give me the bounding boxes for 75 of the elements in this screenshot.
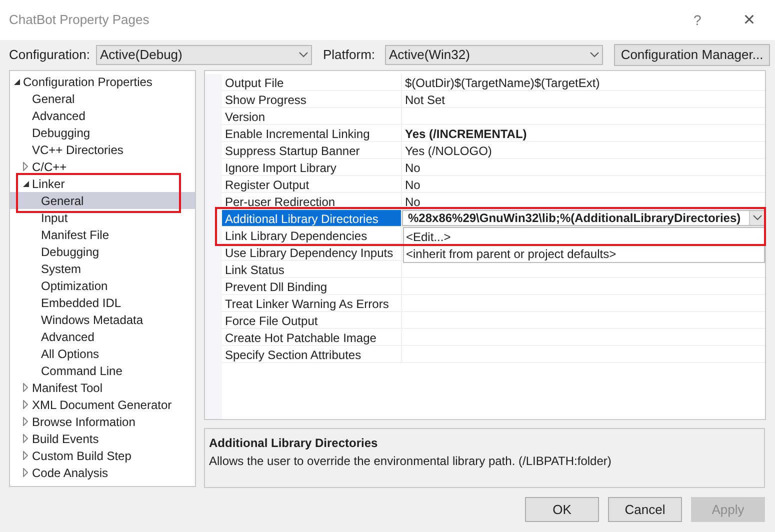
description-text: Allows the user to override the environmental library path. (/LIBPATH:folder) xyxy=(209,453,612,470)
property-name[interactable]: Link Library Dependencies xyxy=(222,227,402,243)
chevron-down-icon xyxy=(590,52,599,58)
dialog-button[interactable]: OK xyxy=(525,497,599,522)
property-name[interactable]: Use Library Dependency Inputs xyxy=(222,244,402,260)
configuration-dropdown[interactable]: Active(Debug) xyxy=(96,45,312,65)
help-button[interactable]: ? xyxy=(694,10,702,30)
close-button[interactable]: × xyxy=(743,5,755,35)
tree-item[interactable]: All Options xyxy=(10,345,195,362)
tree-item[interactable]: XML Document Generator xyxy=(10,396,195,413)
tree-item[interactable]: Command Line xyxy=(10,362,195,379)
property-value[interactable]: Yes (/INCREMENTAL) xyxy=(402,125,527,141)
dropdown-option[interactable]: <inherit from parent or project defaults> xyxy=(404,245,764,262)
property-value[interactable]: No xyxy=(402,159,420,175)
tree-item[interactable]: Custom Build Step xyxy=(10,447,195,464)
property-name[interactable]: Ignore Import Library xyxy=(222,159,402,175)
collapsed-triangle-icon[interactable] xyxy=(23,383,28,392)
tree-item[interactable]: General xyxy=(10,90,195,107)
tree-item[interactable]: Linker xyxy=(10,175,195,192)
tree-item[interactable]: Configuration Properties xyxy=(10,73,195,90)
property-name[interactable]: Register Output xyxy=(222,176,402,192)
tree-item[interactable]: System xyxy=(10,260,195,277)
tree-item[interactable]: Manifest Tool xyxy=(10,379,195,396)
property-name[interactable]: Output File xyxy=(222,74,402,90)
expanded-triangle-icon[interactable] xyxy=(23,180,29,186)
tree-item[interactable]: Debugging xyxy=(10,243,195,260)
property-value[interactable]: Yes (/NOLOGO) xyxy=(402,142,492,158)
property-name[interactable]: Force File Output xyxy=(222,312,402,328)
property-name[interactable]: Version xyxy=(222,108,402,124)
dropdown-option[interactable]: <Edit...> xyxy=(404,228,764,245)
property-value[interactable]: Not Set xyxy=(402,91,446,107)
collapsed-triangle-icon[interactable] xyxy=(23,400,28,409)
property-name[interactable]: Create Hot Patchable Image xyxy=(222,329,402,345)
configuration-manager-button[interactable]: Configuration Manager... xyxy=(614,44,770,66)
collapsed-triangle-icon[interactable] xyxy=(23,162,28,171)
property-value[interactable]: $(OutDir)$(TargetName)$(TargetExt) xyxy=(402,74,600,90)
property-name[interactable]: Specify Section Attributes xyxy=(222,346,402,362)
configuration-label: Configuration: xyxy=(9,46,91,64)
collapsed-triangle-icon[interactable] xyxy=(23,451,28,460)
property-value[interactable]: No xyxy=(402,193,420,209)
property-name[interactable]: Show Progress xyxy=(222,91,402,107)
value-combo-box[interactable]: %28x86%29\GnuWin32\lib;%(AdditionalLibraryDirectories) xyxy=(402,210,765,226)
collapsed-triangle-icon[interactable] xyxy=(23,417,28,426)
tree-item[interactable]: Embedded IDL xyxy=(10,294,195,311)
property-name[interactable]: Prevent Dll Binding xyxy=(222,278,402,294)
tree-item[interactable]: C/C++ xyxy=(10,158,195,175)
tree-item[interactable]: Manifest File xyxy=(10,226,195,243)
property-value[interactable]: No xyxy=(402,176,420,192)
expanded-triangle-icon[interactable] xyxy=(14,78,20,84)
property-name[interactable]: Suppress Startup Banner xyxy=(222,142,402,158)
property-name[interactable]: Treat Linker Warning As Errors xyxy=(222,295,402,311)
collapsed-triangle-icon[interactable] xyxy=(23,468,28,477)
tree-item[interactable]: Build Events xyxy=(10,430,195,447)
window-title: ChatBot Property Pages xyxy=(9,11,150,30)
tree-item[interactable]: Browse Information xyxy=(10,413,195,430)
dialog-button[interactable]: Cancel xyxy=(608,497,682,522)
tree-item[interactable]: General xyxy=(10,192,195,209)
chevron-down-icon xyxy=(299,52,308,58)
tree-item[interactable]: VC++ Directories xyxy=(10,141,195,158)
property-name[interactable]: Link Status xyxy=(222,261,402,277)
tree-item[interactable]: Code Analysis xyxy=(10,464,195,481)
tree-item[interactable]: Input xyxy=(10,209,195,226)
platform-dropdown[interactable]: Active(Win32) xyxy=(385,45,603,65)
tree-item[interactable]: Advanced xyxy=(10,107,195,124)
property-name[interactable]: Per-user Redirection xyxy=(222,193,402,209)
property-name[interactable]: Additional Library Directories xyxy=(222,210,402,226)
chevron-down-icon xyxy=(752,215,762,221)
tree-item[interactable]: Windows Metadata xyxy=(10,311,195,328)
description-title: Additional Library Directories xyxy=(209,435,379,452)
tree-item[interactable]: Debugging xyxy=(10,124,195,141)
collapsed-triangle-icon[interactable] xyxy=(23,434,28,443)
platform-label: Platform: xyxy=(323,46,376,64)
property-name[interactable]: Enable Incremental Linking xyxy=(222,125,402,141)
tree-item[interactable]: Advanced xyxy=(10,328,195,345)
tree-item[interactable]: Optimization xyxy=(10,277,195,294)
